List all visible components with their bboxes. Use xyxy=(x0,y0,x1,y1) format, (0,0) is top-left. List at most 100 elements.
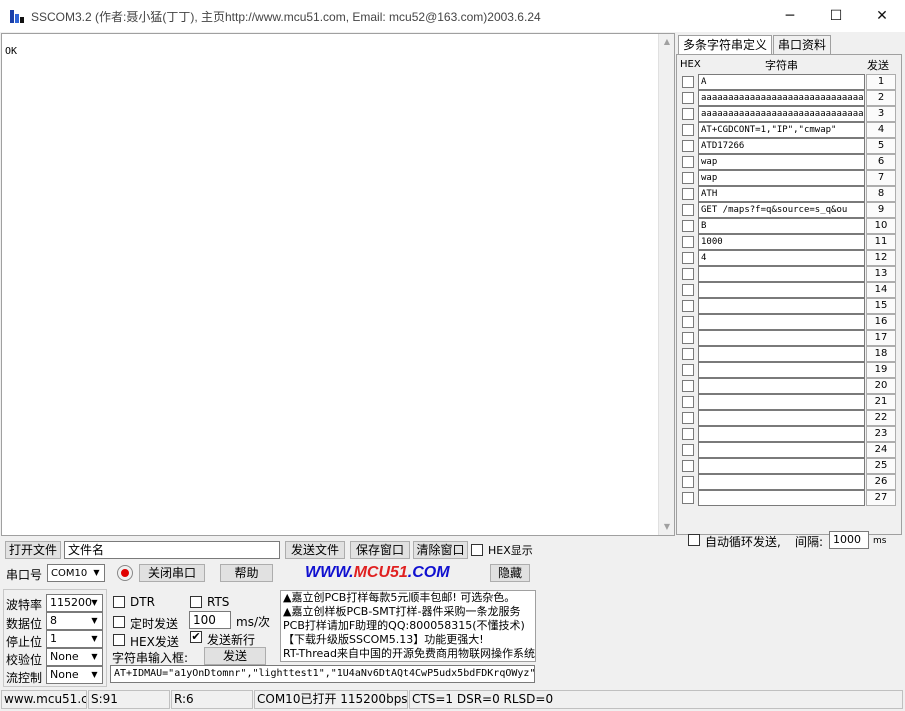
row-hex-checkbox[interactable] xyxy=(682,300,694,312)
row-send-button[interactable]: 12 xyxy=(866,250,896,266)
row-hex-checkbox[interactable] xyxy=(682,172,694,184)
row-send-button[interactable]: 19 xyxy=(866,362,896,378)
ad-line[interactable]: ▲嘉立创PCB打样每款5元顺丰包邮! 可选杂色。 xyxy=(283,591,535,605)
loop-send-checkbox[interactable] xyxy=(688,534,700,546)
row-hex-checkbox[interactable] xyxy=(682,236,694,248)
row-string-input[interactable]: GET /maps?f=q&source=s_q&ou xyxy=(698,202,865,218)
row-send-button[interactable]: 3 xyxy=(866,106,896,122)
row-hex-checkbox[interactable] xyxy=(682,316,694,328)
send-button[interactable]: 发送 xyxy=(204,647,266,665)
row-send-button[interactable]: 21 xyxy=(866,394,896,410)
row-send-button[interactable]: 1 xyxy=(866,74,896,90)
row-string-input[interactable] xyxy=(698,282,865,298)
row-string-input[interactable] xyxy=(698,490,865,506)
row-string-input[interactable]: 4 xyxy=(698,250,865,266)
hex-send-checkbox[interactable] xyxy=(113,634,125,646)
row-send-button[interactable]: 9 xyxy=(866,202,896,218)
rts-checkbox[interactable] xyxy=(190,596,202,608)
newline-checkbox[interactable]: ✔ xyxy=(190,631,202,643)
help-button[interactable]: 帮助 xyxy=(220,564,273,582)
ad-line[interactable]: ▲嘉立创样板PCB-SMT打样-器件采购一条龙服务 xyxy=(283,605,535,619)
databits-select[interactable]: 8 ▼ xyxy=(46,612,103,630)
row-send-button[interactable]: 25 xyxy=(866,458,896,474)
row-string-input[interactable] xyxy=(698,458,865,474)
row-hex-checkbox[interactable] xyxy=(682,332,694,344)
row-hex-checkbox[interactable] xyxy=(682,380,694,392)
row-hex-checkbox[interactable] xyxy=(682,188,694,200)
timed-send-checkbox[interactable] xyxy=(113,616,125,628)
baud-select[interactable]: 115200 ▼ xyxy=(46,594,103,612)
receive-textarea[interactable]: OK ▲ ▼ xyxy=(1,33,675,536)
row-send-button[interactable]: 6 xyxy=(866,154,896,170)
row-send-button[interactable]: 10 xyxy=(866,218,896,234)
hide-button[interactable]: 隐藏 xyxy=(490,564,530,582)
row-hex-checkbox[interactable] xyxy=(682,108,694,120)
row-string-input[interactable] xyxy=(698,474,865,490)
row-hex-checkbox[interactable] xyxy=(682,460,694,472)
row-hex-checkbox[interactable] xyxy=(682,252,694,264)
minimize-button[interactable]: ─ xyxy=(767,0,813,32)
row-string-input[interactable]: A xyxy=(698,74,865,90)
scroll-down-icon[interactable]: ▼ xyxy=(659,519,675,535)
row-hex-checkbox[interactable] xyxy=(682,76,694,88)
row-send-button[interactable]: 13 xyxy=(866,266,896,282)
send-file-button[interactable]: 发送文件 xyxy=(285,541,345,559)
row-string-input[interactable] xyxy=(698,314,865,330)
row-string-input[interactable] xyxy=(698,378,865,394)
tab-multi-string[interactable]: 多条字符串定义 xyxy=(678,35,773,55)
save-window-button[interactable]: 保存窗口 xyxy=(350,541,410,559)
row-hex-checkbox[interactable] xyxy=(682,284,694,296)
row-string-input[interactable]: wap xyxy=(698,154,865,170)
period-input[interactable]: 100 xyxy=(189,611,231,629)
filename-input[interactable]: 文件名 xyxy=(64,541,280,559)
port-select[interactable]: COM10 ▼ xyxy=(47,564,105,582)
ad-line[interactable]: PCB打样请加F助理的QQ:800058315(不懂技术) xyxy=(283,619,535,633)
row-hex-checkbox[interactable] xyxy=(682,140,694,152)
row-string-input[interactable] xyxy=(698,298,865,314)
row-hex-checkbox[interactable] xyxy=(682,428,694,440)
row-hex-checkbox[interactable] xyxy=(682,348,694,360)
dtr-checkbox[interactable] xyxy=(113,596,125,608)
tab-port-info[interactable]: 串口资料 xyxy=(773,35,832,54)
row-string-input[interactable] xyxy=(698,410,865,426)
row-string-input[interactable] xyxy=(698,362,865,378)
row-hex-checkbox[interactable] xyxy=(682,156,694,168)
row-send-button[interactable]: 15 xyxy=(866,298,896,314)
row-send-button[interactable]: 23 xyxy=(866,426,896,442)
row-send-button[interactable]: 4 xyxy=(866,122,896,138)
maximize-button[interactable]: ☐ xyxy=(813,0,859,32)
row-string-input[interactable] xyxy=(698,266,865,282)
close-port-button[interactable]: 关闭串口 xyxy=(139,564,205,582)
parity-select[interactable]: None ▼ xyxy=(46,648,103,666)
row-hex-checkbox[interactable] xyxy=(682,364,694,376)
row-hex-checkbox[interactable] xyxy=(682,476,694,488)
row-string-input[interactable] xyxy=(698,346,865,362)
row-string-input[interactable]: B xyxy=(698,218,865,234)
row-send-button[interactable]: 5 xyxy=(866,138,896,154)
row-hex-checkbox[interactable] xyxy=(682,492,694,504)
row-hex-checkbox[interactable] xyxy=(682,92,694,104)
row-send-button[interactable]: 14 xyxy=(866,282,896,298)
row-hex-checkbox[interactable] xyxy=(682,204,694,216)
row-send-button[interactable]: 22 xyxy=(866,410,896,426)
interval-input[interactable]: 1000 xyxy=(829,531,869,549)
row-send-button[interactable]: 16 xyxy=(866,314,896,330)
row-string-input[interactable]: ATH xyxy=(698,186,865,202)
stopbits-select[interactable]: 1 ▼ xyxy=(46,630,103,648)
row-hex-checkbox[interactable] xyxy=(682,396,694,408)
row-string-input[interactable]: aaaaaaaaaaaaaaaaaaaaaaaaaaaaaa xyxy=(698,106,865,122)
ad-line[interactable]: RT-Thread来自中国的开源免费商用物联网操作系统 xyxy=(283,647,535,661)
row-string-input[interactable]: aaaaaaaaaaaaaaaaaaaaaaaaaaaaaa xyxy=(698,90,865,106)
row-hex-checkbox[interactable] xyxy=(682,268,694,280)
hex-display-checkbox[interactable] xyxy=(471,544,483,556)
row-string-input[interactable] xyxy=(698,330,865,346)
row-send-button[interactable]: 26 xyxy=(866,474,896,490)
row-hex-checkbox[interactable] xyxy=(682,412,694,424)
row-string-input[interactable] xyxy=(698,394,865,410)
row-send-button[interactable]: 7 xyxy=(866,170,896,186)
row-string-input[interactable] xyxy=(698,426,865,442)
ad-box[interactable]: ▲嘉立创PCB打样每款5元顺丰包邮! 可选杂色。 ▲嘉立创样板PCB-SMT打样… xyxy=(280,590,536,662)
row-string-input[interactable]: AT+CGDCONT=1,"IP","cmwap" xyxy=(698,122,865,138)
row-string-input[interactable]: 1000 xyxy=(698,234,865,250)
row-string-input[interactable] xyxy=(698,442,865,458)
